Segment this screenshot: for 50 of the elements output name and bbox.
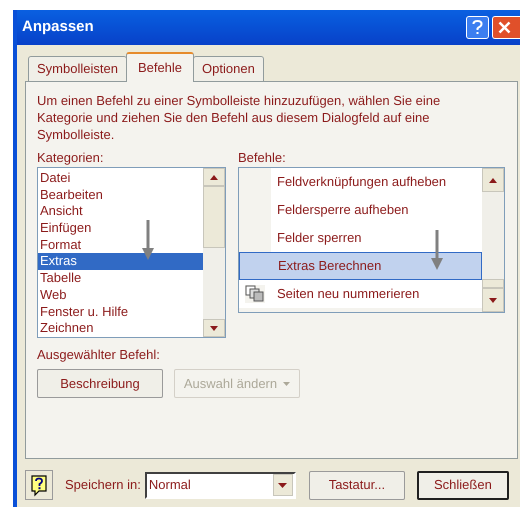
tab[interactable]: Optionen bbox=[193, 56, 264, 81]
help-icon[interactable] bbox=[25, 470, 53, 500]
close-button[interactable] bbox=[492, 16, 520, 39]
up-arrow-icon bbox=[210, 174, 218, 180]
category-item[interactable]: Fenster u. Hilfe bbox=[38, 304, 203, 320]
scroll-thumb[interactable] bbox=[482, 279, 504, 288]
category-item[interactable]: Tabelle bbox=[38, 270, 203, 287]
scroll-down-button[interactable] bbox=[482, 288, 504, 312]
help-button[interactable] bbox=[466, 16, 489, 39]
keyboard-button[interactable]: Tastatur... bbox=[308, 470, 405, 500]
down-arrow-icon bbox=[431, 230, 443, 270]
dropdown-arrow-icon bbox=[278, 482, 288, 488]
selected-command-label: Ausgewählter Befehl: bbox=[37, 346, 161, 364]
scrollbar[interactable] bbox=[203, 168, 225, 337]
help-icon bbox=[472, 20, 483, 35]
category-item[interactable]: Extras bbox=[38, 253, 203, 270]
scrollbar[interactable] bbox=[482, 168, 504, 312]
down-arrow-icon bbox=[489, 298, 497, 302]
tab[interactable]: Symbolleisten bbox=[28, 56, 127, 81]
categories-label: Kategorien: bbox=[37, 149, 104, 167]
category-item[interactable]: Web bbox=[38, 286, 203, 304]
category-item[interactable]: Ansicht bbox=[38, 203, 203, 220]
instruction-text: Um einen Befehl zu einer Symbolleiste hinzuzufügen, wählen Sie eine Kategorie und ziehen Sie den Befehl aus diesem Dialogfeld auf eine Symbolleiste. bbox=[37, 92, 442, 143]
tab[interactable]: Befehle bbox=[126, 52, 194, 82]
close-dialog-button[interactable]: Schließen bbox=[416, 470, 509, 500]
down-arrow-icon bbox=[142, 220, 154, 260]
scroll-down-button[interactable] bbox=[203, 319, 225, 337]
down-arrow-icon bbox=[210, 326, 218, 330]
scroll-up-button[interactable] bbox=[482, 168, 504, 192]
command-item[interactable]: Feldersperre aufheben bbox=[271, 196, 482, 224]
save-in-dropdown[interactable]: Normal bbox=[144, 472, 296, 498]
description-button[interactable]: Beschreibung bbox=[37, 369, 163, 398]
scroll-up-button[interactable] bbox=[203, 168, 225, 186]
command-item[interactable]: Seiten neu nummerieren bbox=[239, 280, 482, 308]
window-title: Anpassen bbox=[22, 17, 95, 38]
save-in-label: Speichern in: bbox=[65, 476, 141, 494]
commands-label: Befehle: bbox=[238, 149, 287, 167]
commands-list[interactable]: Feldverknüpfungen aufheben Feldersperre aufheben Felder sperren Extras Berechnen Seiten neu nummerieren bbox=[238, 167, 505, 313]
category-item[interactable]: Datei bbox=[38, 170, 203, 187]
command-item[interactable]: Felder sperren bbox=[271, 224, 482, 252]
up-arrow-icon bbox=[489, 178, 497, 182]
scroll-thumb[interactable] bbox=[203, 186, 225, 248]
categories-list[interactable]: Datei Bearbeiten Ansicht Einfügen Format Extras Tabelle Web Fenster u. Hilfe Zeichnen bbox=[37, 167, 226, 338]
command-item[interactable]: Extras Berechnen bbox=[239, 252, 482, 280]
close-icon bbox=[498, 21, 511, 34]
category-item[interactable]: Zeichnen bbox=[38, 320, 203, 337]
category-item[interactable]: Einfügen bbox=[38, 220, 203, 237]
command-item[interactable]: Feldverknüpfungen aufheben bbox=[271, 168, 482, 196]
category-item[interactable]: Format bbox=[38, 236, 203, 254]
category-item[interactable]: Bearbeiten bbox=[38, 186, 203, 204]
